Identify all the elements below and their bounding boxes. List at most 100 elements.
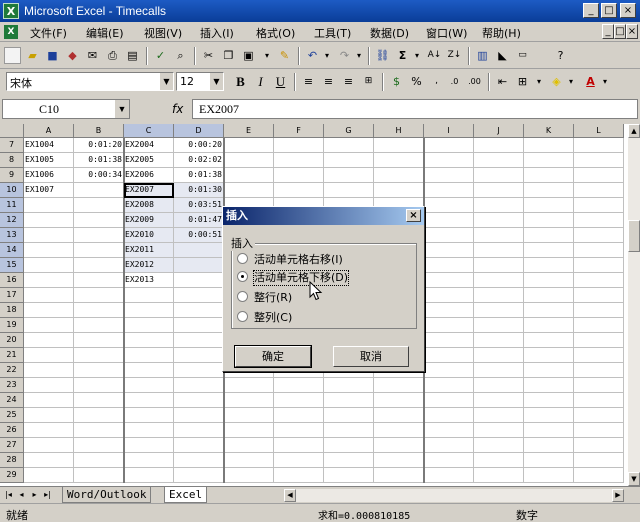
menu-insert[interactable]: 插入(I): [200, 25, 234, 41]
column-header[interactable]: A: [24, 124, 74, 138]
row-header[interactable]: 20: [0, 333, 24, 348]
select-all-corner[interactable]: [0, 124, 24, 138]
print-icon[interactable]: ⎙: [104, 47, 121, 64]
align-right-icon[interactable]: ≡: [340, 73, 357, 90]
column-header[interactable]: D: [174, 124, 224, 138]
sort-ascending-icon[interactable]: A↓: [426, 47, 443, 64]
bold-button[interactable]: B: [232, 73, 249, 90]
row-header[interactable]: 29: [0, 468, 24, 483]
scroll-down-icon[interactable]: ▼: [628, 472, 640, 486]
menu-file[interactable]: 文件(F): [30, 25, 67, 41]
row-header[interactable]: 23: [0, 378, 24, 393]
sort-descending-icon[interactable]: Z↓: [446, 47, 463, 64]
minimize-button[interactable]: _: [583, 3, 599, 18]
radio-button[interactable]: [237, 253, 248, 264]
menu-window[interactable]: 窗口(W): [426, 25, 467, 41]
row-header[interactable]: 27: [0, 438, 24, 453]
column-header[interactable]: F: [274, 124, 324, 138]
menu-edit[interactable]: 编辑(E): [86, 25, 124, 41]
cell-d9[interactable]: 0:01:38: [174, 168, 223, 183]
doc-minimize-button[interactable]: _: [602, 24, 614, 39]
column-header[interactable]: C: [124, 124, 174, 138]
row-header[interactable]: 7: [0, 138, 24, 153]
row-header[interactable]: 13: [0, 228, 24, 243]
chevron-down-icon[interactable]: ▼: [210, 73, 223, 90]
cell-d7[interactable]: 0:00:20: [174, 138, 223, 153]
name-box[interactable]: C10 ▼: [2, 99, 130, 119]
vertical-scrollbar[interactable]: ▲ ▼: [628, 124, 640, 486]
font-size-combo[interactable]: 12 ▼: [176, 72, 224, 91]
dialog-title-bar[interactable]: 插入 ×: [223, 207, 424, 225]
cell-c12[interactable]: EX2009: [124, 213, 173, 228]
autosum-dropdown-icon[interactable]: ▾: [412, 47, 422, 64]
cell-d12[interactable]: 0:01:47: [174, 213, 223, 228]
first-sheet-icon[interactable]: |◂: [3, 489, 14, 501]
drawing-icon[interactable]: ◣: [494, 47, 511, 64]
borders-dropdown-icon[interactable]: ▾: [534, 73, 544, 90]
open-icon[interactable]: ▰: [24, 47, 41, 64]
cell-a10[interactable]: EX1007: [24, 183, 73, 198]
redo-dropdown-icon[interactable]: ▾: [354, 47, 364, 64]
cell-a7[interactable]: EX1004: [24, 138, 73, 153]
column-header[interactable]: L: [574, 124, 624, 138]
format-painter-icon[interactable]: ✎: [276, 47, 293, 64]
column-header[interactable]: J: [474, 124, 524, 138]
paste-icon[interactable]: ▣: [240, 47, 257, 64]
cell-c8[interactable]: EX2005: [124, 153, 173, 168]
scroll-left-icon[interactable]: ◀: [284, 489, 296, 502]
cell-b7[interactable]: 0:01:20: [74, 138, 123, 153]
menu-format[interactable]: 格式(O): [256, 25, 295, 41]
radio-button-selected[interactable]: [237, 271, 248, 282]
row-header[interactable]: 22: [0, 363, 24, 378]
cell-c14[interactable]: EX2011: [124, 243, 173, 258]
menu-data[interactable]: 数据(D): [370, 25, 409, 41]
font-name-combo[interactable]: 宋体 ▼: [6, 72, 174, 91]
increase-decimal-icon[interactable]: .0: [446, 73, 463, 90]
scroll-right-icon[interactable]: ▶: [612, 489, 624, 502]
row-header[interactable]: 25: [0, 408, 24, 423]
redo-icon[interactable]: ↷: [336, 47, 353, 64]
excel-app-icon[interactable]: X: [3, 3, 19, 19]
chevron-down-icon[interactable]: ▼: [115, 100, 129, 118]
cell-c13[interactable]: EX2010: [124, 228, 173, 243]
undo-dropdown-icon[interactable]: ▾: [322, 47, 332, 64]
align-left-icon[interactable]: ≡: [300, 73, 317, 90]
column-header[interactable]: H: [374, 124, 424, 138]
hyperlink-icon[interactable]: ⛓: [374, 47, 391, 64]
option-shift-down[interactable]: 活动单元格下移(D): [237, 270, 350, 286]
cell-c11[interactable]: EX2008: [124, 198, 173, 213]
insert-function-icon[interactable]: fx: [172, 99, 188, 119]
chart-wizard-icon[interactable]: ▥: [474, 47, 491, 64]
menu-view[interactable]: 视图(V): [144, 25, 182, 41]
formula-input[interactable]: EX2007: [192, 99, 638, 119]
horizontal-scrollbar[interactable]: ◀ ▶: [284, 489, 624, 502]
next-sheet-icon[interactable]: ▸: [29, 489, 40, 501]
fill-dropdown-icon[interactable]: ▾: [566, 73, 576, 90]
merge-center-icon[interactable]: ⊞: [360, 73, 377, 90]
underline-button[interactable]: U: [272, 73, 289, 90]
prev-sheet-icon[interactable]: ◂: [16, 489, 27, 501]
copy-icon[interactable]: ❐: [220, 47, 237, 64]
column-header[interactable]: G: [324, 124, 374, 138]
cell-c7[interactable]: EX2004: [124, 138, 173, 153]
radio-button[interactable]: [237, 311, 248, 322]
print-preview-icon[interactable]: ▤: [124, 47, 141, 64]
scroll-up-icon[interactable]: ▲: [628, 124, 640, 138]
last-sheet-icon[interactable]: ▸|: [42, 489, 53, 501]
cell-d10[interactable]: 0:01:30: [174, 183, 223, 198]
comma-style-icon[interactable]: ,: [428, 73, 445, 90]
row-header[interactable]: 19: [0, 318, 24, 333]
radio-button[interactable]: [237, 291, 248, 302]
borders-icon[interactable]: ⊞: [514, 73, 531, 90]
row-header[interactable]: 28: [0, 453, 24, 468]
close-button[interactable]: ×: [620, 3, 636, 18]
row-header[interactable]: 17: [0, 288, 24, 303]
title-bar[interactable]: X Microsoft Excel - Timecalls _ □ ×: [0, 0, 640, 22]
ok-button[interactable]: 确定: [234, 345, 312, 368]
row-header[interactable]: 8: [0, 153, 24, 168]
help-icon[interactable]: ?: [552, 47, 569, 64]
new-icon[interactable]: [4, 47, 21, 64]
decrease-decimal-icon[interactable]: .00: [466, 73, 483, 90]
italic-button[interactable]: I: [252, 73, 269, 90]
save-icon[interactable]: ■: [44, 47, 61, 64]
